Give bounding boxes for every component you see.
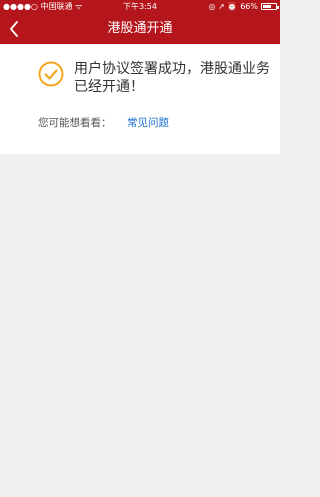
- battery-fill: [263, 5, 271, 8]
- back-button[interactable]: [0, 13, 28, 44]
- result-card: 用户协议签署成功，港股通业务已经开通！ 您可能想看看： 常见问题: [0, 44, 280, 154]
- status-bar: ●●●●○ 中国联通 ᯤ 下午3:54 ◎ ↗ ⏰ 66%: [0, 0, 280, 13]
- page-title: 港股通开通: [107, 21, 173, 36]
- status-icons: ◎ ↗ ⏰: [208, 2, 238, 11]
- battery-percent: 66%: [240, 2, 258, 11]
- navigation-bar: 港股通开通: [0, 13, 280, 44]
- faq-link[interactable]: 常见问题: [127, 115, 169, 130]
- status-indicators: ◎ ↗ ⏰ 66%: [208, 0, 279, 13]
- check-circle-icon: [38, 61, 64, 87]
- chevron-left-icon: [10, 20, 18, 37]
- battery-icon: [261, 3, 279, 10]
- success-message: 用户协议签署成功，港股通业务已经开通！: [74, 61, 270, 95]
- suggestion-label: 您可能想看看：: [38, 117, 112, 129]
